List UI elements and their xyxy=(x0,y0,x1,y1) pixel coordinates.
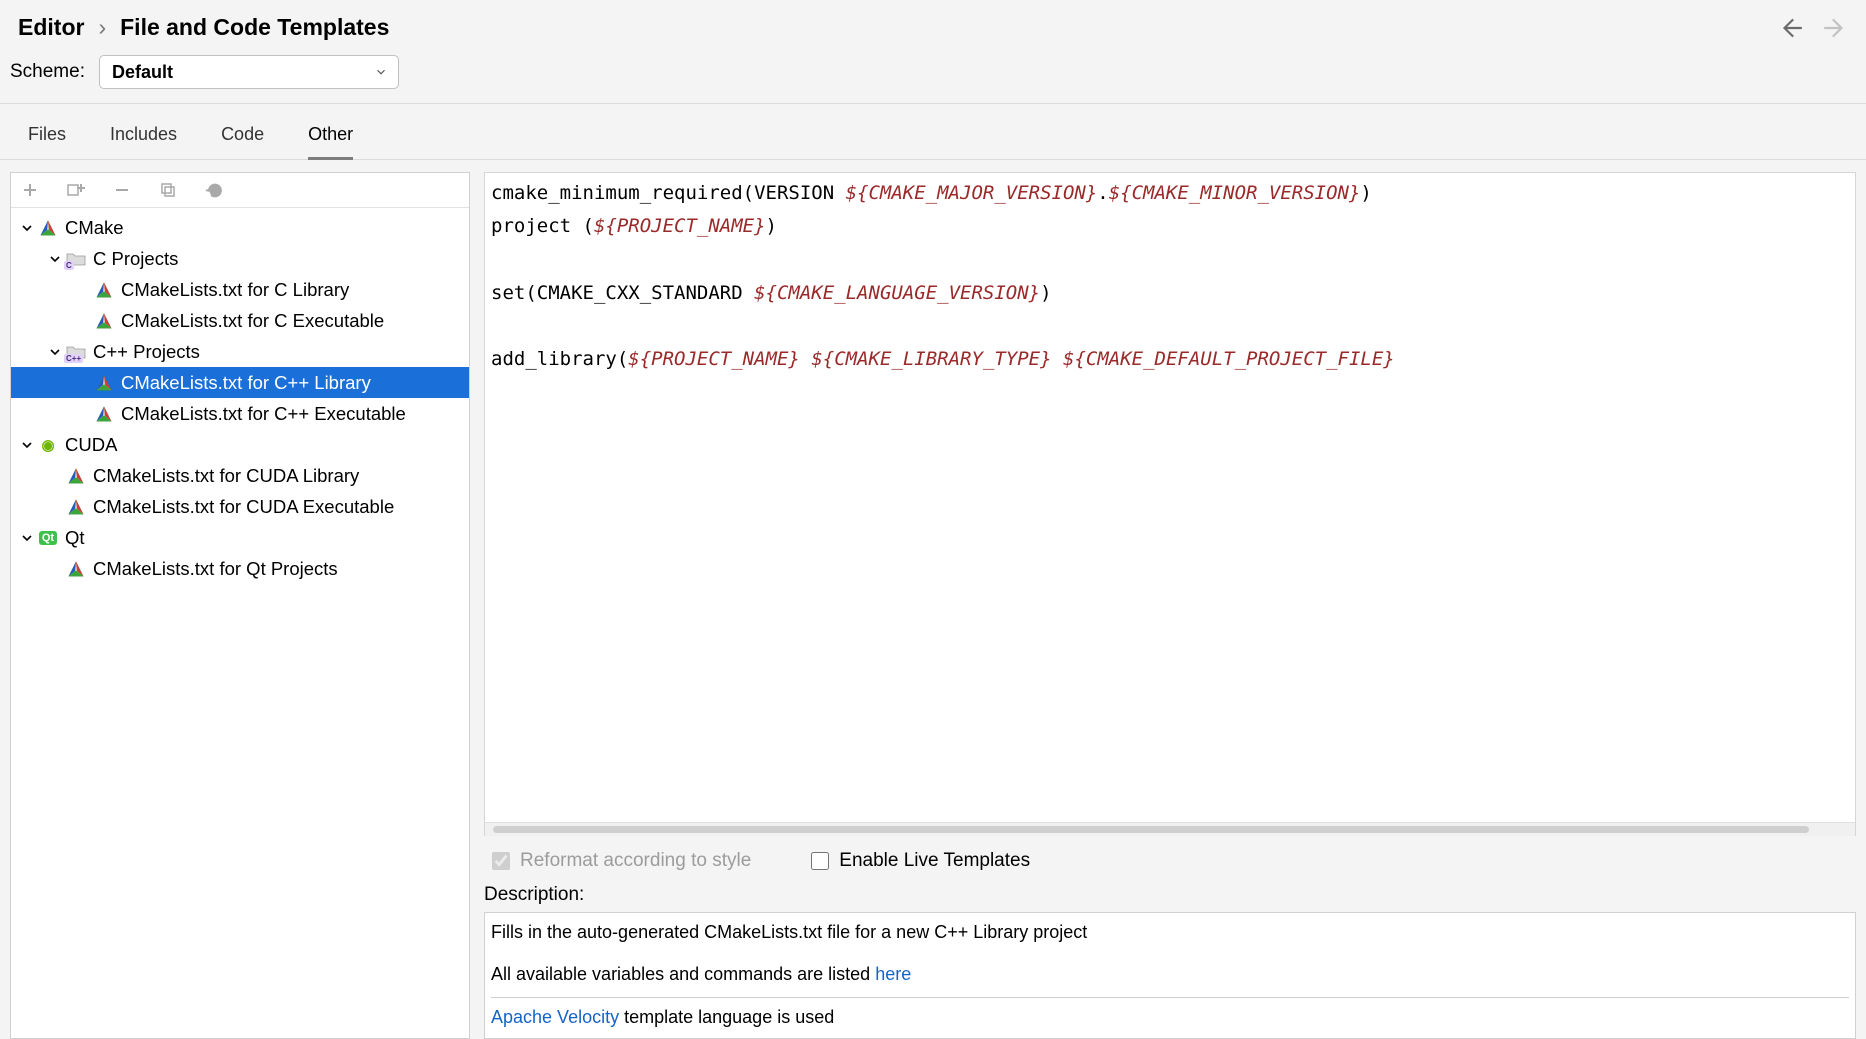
copy-button[interactable] xyxy=(157,179,179,201)
qt-icon: Qt xyxy=(37,527,59,549)
description-line3: Apache Velocity template language is use… xyxy=(491,1004,1849,1032)
cmake-icon xyxy=(93,403,115,425)
tree-item[interactable]: Qt Qt xyxy=(11,522,469,553)
chevron-down-icon xyxy=(374,65,388,79)
tab-other[interactable]: Other xyxy=(308,124,353,160)
tree-item[interactable]: CMakeLists.txt for C Executable xyxy=(11,305,469,336)
breadcrumb-root[interactable]: Editor xyxy=(18,14,84,41)
description-box: Fills in the auto-generated CMakeLists.t… xyxy=(484,912,1856,1039)
tree-item-label: CMakeLists.txt for Qt Projects xyxy=(93,558,338,580)
tree-item[interactable]: C++ C++ Projects xyxy=(11,336,469,367)
cmake-icon xyxy=(37,217,59,239)
remove-button[interactable] xyxy=(111,179,133,201)
expand-toggle[interactable] xyxy=(19,440,35,450)
add-group-button[interactable] xyxy=(65,179,87,201)
tree-item-label: CMakeLists.txt for C++ Library xyxy=(121,372,371,394)
cmake-icon xyxy=(93,279,115,301)
description-here-link[interactable]: here xyxy=(875,964,911,984)
description-label: Description: xyxy=(484,882,1856,912)
tree-item-label: CUDA xyxy=(65,434,117,456)
template-list-panel: CMake C C Projects CMakeLists.txt for C Lib… xyxy=(10,172,470,1039)
nav-forward-icon xyxy=(1822,15,1848,41)
cuda-icon: ◉ xyxy=(37,434,59,456)
tab-bar: Files Includes Code Other xyxy=(0,104,1866,160)
tree-item-label: Qt xyxy=(65,527,85,549)
enable-live-templates-checkbox[interactable]: Enable Live Templates xyxy=(811,850,1030,872)
tree-item[interactable]: CMakeLists.txt for C++ Library xyxy=(11,367,469,398)
scheme-label: Scheme: xyxy=(10,61,85,83)
nav-back-icon[interactable] xyxy=(1778,15,1804,41)
breadcrumb-sep: › xyxy=(98,14,106,41)
cmake-icon xyxy=(65,496,87,518)
tab-includes[interactable]: Includes xyxy=(110,124,177,159)
description-line1: Fills in the auto-generated CMakeLists.t… xyxy=(491,919,1849,947)
reformat-label: Reformat according to style xyxy=(520,850,751,872)
tree-item-label: CMakeLists.txt for CUDA Executable xyxy=(93,496,394,518)
tree-item-label: CMakeLists.txt for C Executable xyxy=(121,310,384,332)
tab-files[interactable]: Files xyxy=(28,124,66,159)
tree-item[interactable]: C C Projects xyxy=(11,243,469,274)
tree-item-label: CMake xyxy=(65,217,124,239)
scheme-value: Default xyxy=(112,62,173,83)
description-line2: All available variables and commands are… xyxy=(491,961,1849,989)
cmake-icon xyxy=(65,558,87,580)
apache-velocity-link[interactable]: Apache Velocity xyxy=(491,1007,619,1027)
tab-code[interactable]: Code xyxy=(221,124,264,159)
tree-item-label: CMakeLists.txt for C Library xyxy=(121,279,349,301)
cmake-icon xyxy=(65,465,87,487)
expand-toggle[interactable] xyxy=(47,347,63,357)
reformat-checkbox: Reformat according to style xyxy=(492,850,751,872)
tree-item[interactable]: ◉ CUDA xyxy=(11,429,469,460)
cmake-icon xyxy=(93,372,115,394)
tree-item-label: CMakeLists.txt for C++ Executable xyxy=(121,403,406,425)
breadcrumb-page: File and Code Templates xyxy=(120,14,389,41)
tree-item-label: C Projects xyxy=(93,248,178,270)
tree-item[interactable]: CMakeLists.txt for Qt Projects xyxy=(11,553,469,584)
cmake-icon xyxy=(93,310,115,332)
scheme-select[interactable]: Default xyxy=(99,55,399,89)
expand-toggle[interactable] xyxy=(47,254,63,264)
tree-item-label: CMakeLists.txt for CUDA Library xyxy=(93,465,359,487)
editor-hscrollbar[interactable] xyxy=(485,822,1855,836)
folder-cpp-icon: C++ xyxy=(65,341,87,363)
template-tree[interactable]: CMake C C Projects CMakeLists.txt for C Lib… xyxy=(11,208,469,1038)
tree-item[interactable]: CMake xyxy=(11,212,469,243)
add-button[interactable] xyxy=(19,179,41,201)
tree-item[interactable]: CMakeLists.txt for C++ Executable xyxy=(11,398,469,429)
enable-live-templates-label: Enable Live Templates xyxy=(839,850,1030,872)
tree-item-label: C++ Projects xyxy=(93,341,200,363)
expand-toggle[interactable] xyxy=(19,533,35,543)
tree-item[interactable]: CMakeLists.txt for C Library xyxy=(11,274,469,305)
tree-item[interactable]: CMakeLists.txt for CUDA Library xyxy=(11,460,469,491)
revert-button[interactable] xyxy=(203,179,225,201)
breadcrumb-header: Editor › File and Code Templates xyxy=(0,0,1866,49)
folder-c-icon: C xyxy=(65,248,87,270)
template-toolbar xyxy=(11,173,469,208)
expand-toggle[interactable] xyxy=(19,223,35,233)
template-editor[interactable]: cmake_minimum_required(VERSION ${CMAKE_M… xyxy=(484,172,1856,836)
tree-item[interactable]: CMakeLists.txt for CUDA Executable xyxy=(11,491,469,522)
